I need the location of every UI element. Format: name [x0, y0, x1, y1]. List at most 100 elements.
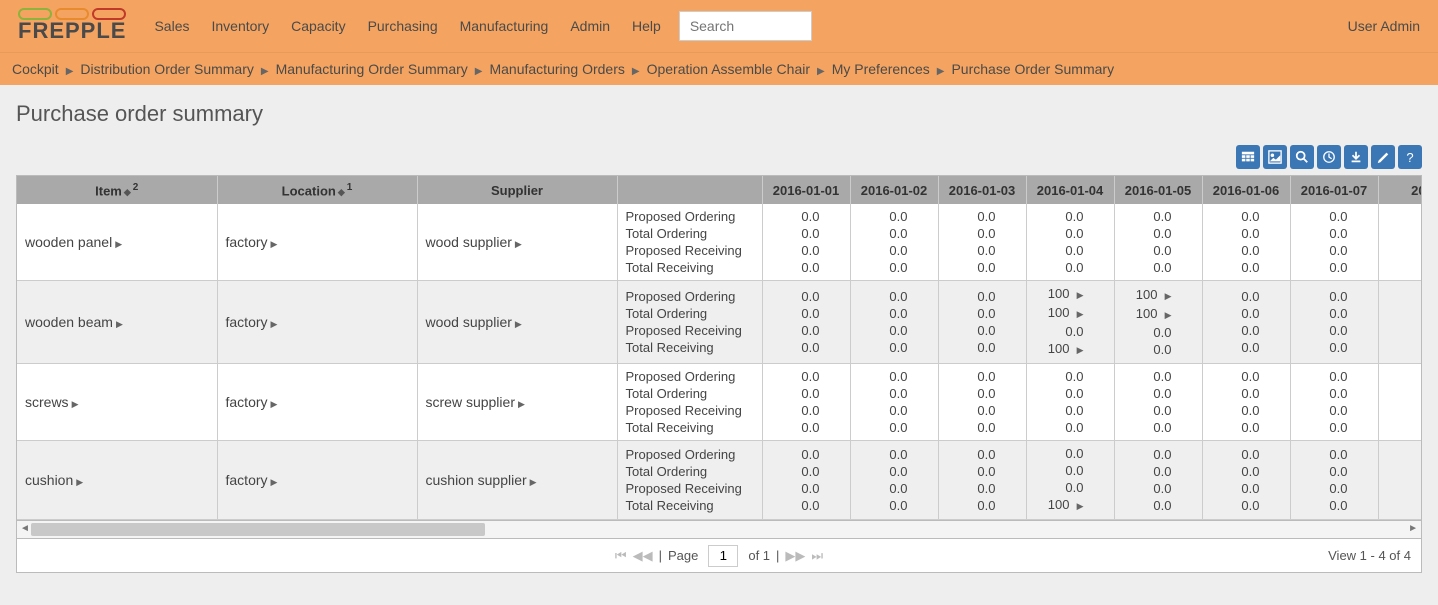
nav-manufacturing[interactable]: Manufacturing: [460, 18, 549, 34]
metric-value: 0.0: [947, 322, 1018, 339]
scroll-thumb[interactable]: [31, 523, 485, 536]
metric-value: 0.0: [1123, 446, 1194, 463]
cell-item: cushion▶: [17, 441, 217, 520]
metric-value: 0.0: [859, 402, 930, 419]
caret-right-icon[interactable]: ▶: [271, 239, 278, 249]
nav-admin[interactable]: Admin: [570, 18, 610, 34]
metric-value: 0.0: [771, 259, 842, 276]
metric-value: 0.0: [771, 402, 842, 419]
caret-right-icon[interactable]: ▶: [271, 477, 278, 487]
clock-button[interactable]: [1317, 145, 1341, 169]
metric-value: 0.0: [859, 419, 930, 436]
col-header-item[interactable]: Item◆2: [17, 176, 217, 204]
nav-purchasing[interactable]: Purchasing: [368, 18, 438, 34]
metric-value: 0.0: [947, 259, 1018, 276]
metric-value: 0.0: [1211, 242, 1282, 259]
breadcrumb-item[interactable]: Manufacturing Order Summary: [276, 61, 468, 77]
search-input[interactable]: [679, 11, 812, 41]
caret-right-icon[interactable]: ▶: [518, 399, 525, 409]
metric-label: Total Ordering: [626, 385, 754, 402]
caret-right-icon[interactable]: ▶: [530, 477, 537, 487]
metric-value: 0.0: [1035, 445, 1106, 462]
metric-value: 0.0: [1123, 463, 1194, 480]
caret-right-icon[interactable]: ▶: [271, 319, 278, 329]
caret-right-icon[interactable]: ▶: [1161, 307, 1172, 324]
breadcrumb-item[interactable]: My Preferences: [832, 61, 930, 77]
app-logo[interactable]: FREPPLE: [18, 8, 126, 44]
pager-prev-button[interactable]: ◀◀: [633, 548, 653, 564]
caret-right-icon[interactable]: ▶: [515, 239, 522, 249]
caret-right-icon[interactable]: ▶: [1073, 306, 1084, 323]
cell-value: [1378, 441, 1422, 520]
scroll-left-icon[interactable]: ◄: [20, 523, 30, 534]
pager-page-input[interactable]: [708, 545, 738, 567]
caret-right-icon[interactable]: ▶: [1073, 287, 1084, 304]
grid-toolbar: ?: [16, 145, 1422, 169]
metric-value: 0.0: [1211, 208, 1282, 225]
col-header-date[interactable]: 2016-01-02: [850, 176, 938, 204]
metric-label: Total Ordering: [626, 463, 754, 480]
pager-last-button[interactable]: ⏭: [811, 548, 823, 564]
cell-value: 0.00.00.00.0: [1202, 441, 1290, 520]
metric-value: 0.0: [1123, 385, 1194, 402]
user-menu[interactable]: User Admin: [1348, 18, 1420, 34]
breadcrumb-item[interactable]: Purchase Order Summary: [951, 61, 1114, 77]
download-button[interactable]: [1344, 145, 1368, 169]
metric-value: 0.0: [1123, 419, 1194, 436]
search-button[interactable]: [1290, 145, 1314, 169]
col-header-location[interactable]: Location◆1: [217, 176, 417, 204]
cell-location: factory▶: [217, 281, 417, 364]
table-row: wooden panel▶factory▶wood supplier▶Propo…: [17, 204, 1422, 281]
nav-sales[interactable]: Sales: [154, 18, 189, 34]
col-header-metric[interactable]: [617, 176, 762, 204]
scroll-right-icon[interactable]: ►: [1408, 523, 1418, 534]
col-header-date[interactable]: 201: [1378, 176, 1422, 204]
col-header-date[interactable]: 2016-01-07: [1290, 176, 1378, 204]
config-button[interactable]: [1371, 145, 1395, 169]
metric-value: 100▶: [1035, 340, 1106, 359]
breadcrumb-item[interactable]: Manufacturing Orders: [489, 61, 624, 77]
metric-value: 0.0: [1123, 480, 1194, 497]
col-header-supplier[interactable]: Supplier: [417, 176, 617, 204]
col-header-date[interactable]: 2016-01-03: [938, 176, 1026, 204]
breadcrumb-item[interactable]: Cockpit: [12, 61, 59, 77]
pager-first-button[interactable]: ⏮: [615, 548, 627, 564]
caret-right-icon[interactable]: ▶: [515, 319, 522, 329]
caret-right-icon[interactable]: ▶: [1073, 498, 1084, 515]
help-button[interactable]: ?: [1398, 145, 1422, 169]
caret-right-icon[interactable]: ▶: [76, 477, 83, 487]
metric-value: 0.0: [771, 368, 842, 385]
nav-help[interactable]: Help: [632, 18, 661, 34]
caret-right-icon[interactable]: ▶: [116, 319, 123, 329]
metric-value: 0.0: [1211, 463, 1282, 480]
nav-inventory[interactable]: Inventory: [212, 18, 270, 34]
metric-label: Proposed Receiving: [626, 242, 754, 259]
cell-supplier: wood supplier▶: [417, 281, 617, 364]
col-header-date[interactable]: 2016-01-04: [1026, 176, 1114, 204]
view-graph-button[interactable]: [1263, 145, 1287, 169]
metric-value: 0.0: [947, 446, 1018, 463]
metric-label: Proposed Receiving: [626, 480, 754, 497]
caret-right-icon[interactable]: ▶: [271, 399, 278, 409]
caret-right-icon[interactable]: ▶: [115, 239, 122, 249]
col-header-date[interactable]: 2016-01-01: [762, 176, 850, 204]
cell-value: 0.00.00.00.0: [938, 441, 1026, 520]
horizontal-scrollbar[interactable]: ◄ ►: [16, 521, 1422, 539]
breadcrumb-item[interactable]: Operation Assemble Chair: [647, 61, 810, 77]
nav-capacity[interactable]: Capacity: [291, 18, 345, 34]
cell-value: 0.00.00.00.0: [1114, 364, 1202, 441]
breadcrumb-item[interactable]: Distribution Order Summary: [80, 61, 254, 77]
metric-value: 0.0: [1299, 259, 1370, 276]
caret-right-icon[interactable]: ▶: [1161, 288, 1172, 305]
pager-next-button[interactable]: ▶▶: [785, 548, 805, 564]
col-header-date[interactable]: 2016-01-06: [1202, 176, 1290, 204]
caret-right-icon[interactable]: ▶: [72, 399, 79, 409]
metric-value: 0.0: [947, 419, 1018, 436]
col-header-date[interactable]: 2016-01-05: [1114, 176, 1202, 204]
caret-right-icon[interactable]: ▶: [1073, 342, 1084, 359]
search-box: [679, 11, 812, 41]
cell-value: 0.00.00.00.0: [762, 204, 850, 281]
metric-value: 0.0: [1123, 208, 1194, 225]
main-nav: Sales Inventory Capacity Purchasing Manufact…: [154, 18, 660, 34]
view-table-button[interactable]: [1236, 145, 1260, 169]
